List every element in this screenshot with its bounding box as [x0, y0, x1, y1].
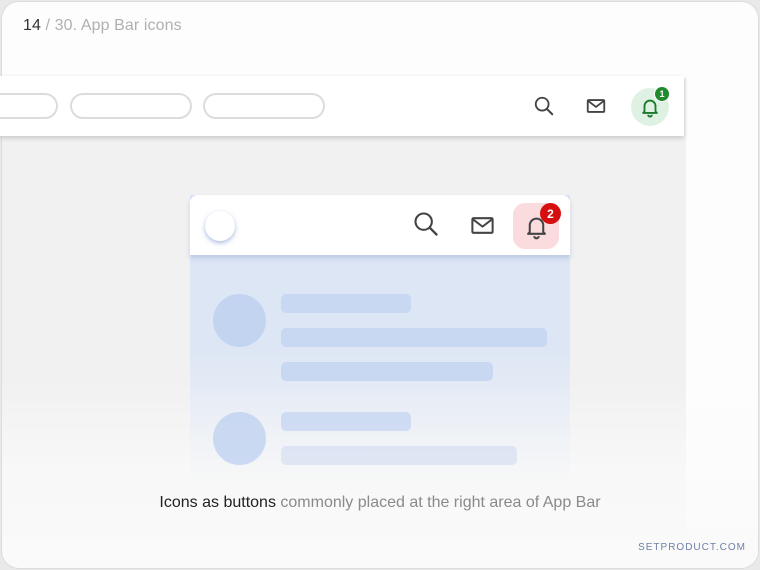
- brand-link[interactable]: SETPRODUCT.COM: [638, 542, 746, 553]
- list-item-avatar-placeholder: [213, 412, 266, 465]
- mail-button[interactable]: [466, 209, 498, 241]
- avatar[interactable]: [205, 211, 235, 241]
- search-button[interactable]: [530, 92, 558, 120]
- slide-separator: /: [41, 17, 55, 34]
- skeleton-line: [281, 294, 411, 313]
- caption-strong: Icons as buttons: [159, 494, 276, 511]
- mobile-app-bar: 2: [190, 195, 570, 255]
- search-button[interactable]: [410, 208, 442, 240]
- slide-number: 14 / 30. App Bar icons: [23, 17, 182, 35]
- nav-pill[interactable]: [203, 93, 325, 119]
- mail-icon: [585, 95, 607, 117]
- skeleton-line: [281, 362, 493, 381]
- slide-current: 14: [23, 17, 41, 34]
- search-icon: [533, 95, 555, 117]
- search-icon: [412, 210, 440, 238]
- slide-title: 30. App Bar icons: [54, 17, 182, 34]
- notification-badge: 1: [654, 86, 670, 102]
- list-item-avatar-placeholder: [213, 294, 266, 347]
- mail-icon: [469, 212, 496, 239]
- nav-pill[interactable]: [0, 93, 58, 119]
- caption: Icons as buttons commonly placed at the …: [0, 494, 760, 512]
- notification-badge: 2: [540, 203, 561, 224]
- skeleton-line: [281, 328, 547, 347]
- nav-pill[interactable]: [70, 93, 192, 119]
- skeleton-line: [281, 446, 517, 465]
- mobile-app-mockup: 2: [190, 195, 570, 495]
- caption-rest: commonly placed at the right area of App…: [275, 494, 601, 511]
- skeleton-line: [281, 412, 411, 431]
- mail-button[interactable]: [582, 92, 610, 120]
- header-band: [2, 2, 758, 78]
- top-app-bar: 1: [0, 76, 684, 136]
- right-band-fade: [686, 382, 758, 568]
